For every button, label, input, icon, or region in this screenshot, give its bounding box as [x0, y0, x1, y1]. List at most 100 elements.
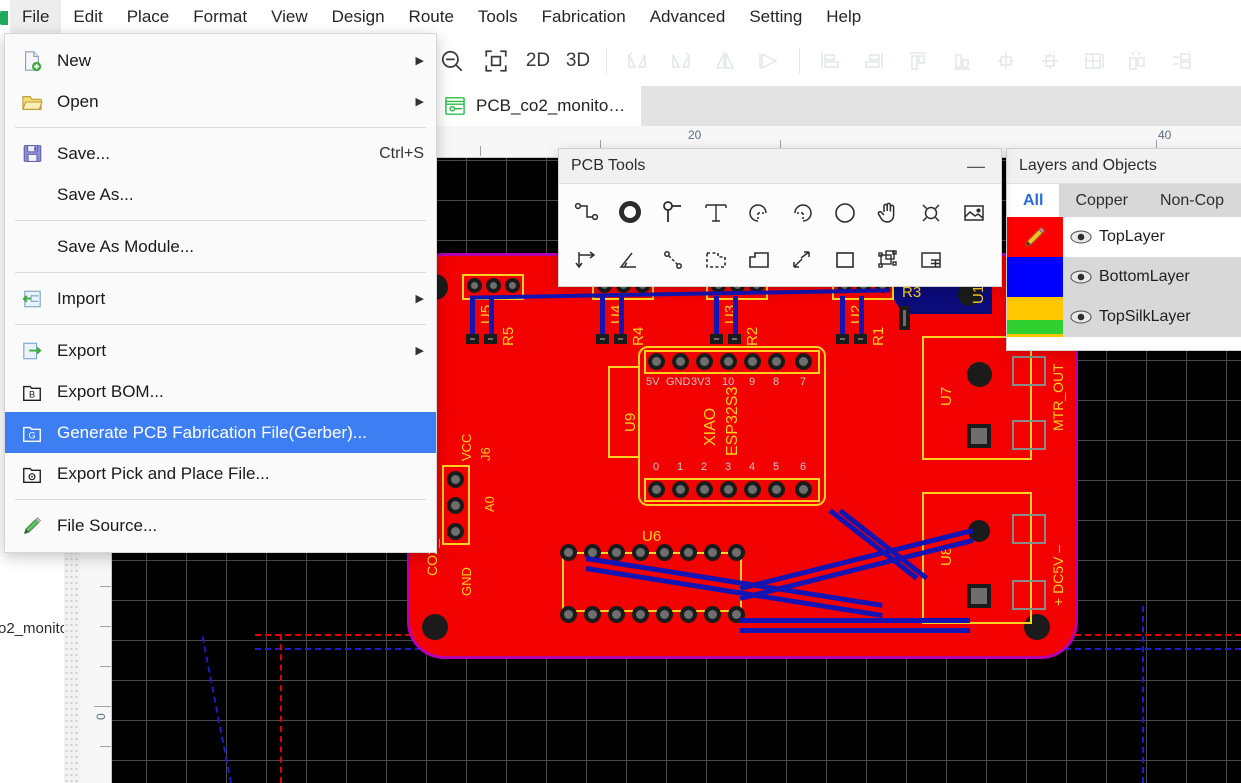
pad[interactable]	[854, 334, 867, 344]
pad[interactable]	[466, 334, 479, 344]
tab-copper[interactable]: Copper	[1059, 184, 1143, 217]
menu-view[interactable]: View	[259, 0, 320, 36]
pad[interactable]	[680, 544, 697, 561]
align-right-icon[interactable]	[852, 39, 896, 83]
pad[interactable]	[672, 481, 689, 498]
text-icon[interactable]	[694, 190, 737, 235]
pcb-board-outline[interactable]: U5 R5 U4 R4 U3 R2 U2 R1 R3 U1 5V GND 3V3…	[410, 254, 1075, 656]
pad[interactable]	[608, 544, 625, 561]
view-2d-button[interactable]: 2D	[518, 39, 558, 83]
pad[interactable]	[632, 544, 649, 561]
copper-region-icon[interactable]	[737, 237, 780, 282]
mirror-arrow-icon[interactable]	[747, 39, 791, 83]
menu-item-open[interactable]: Open ▶	[5, 81, 436, 122]
pad[interactable]	[560, 544, 577, 561]
menu-route[interactable]: Route	[397, 0, 466, 36]
menu-edit[interactable]: Edit	[61, 0, 114, 36]
layer-row-toplayer[interactable]: TopLayer	[1007, 217, 1241, 257]
layer-row-bottomlayer[interactable]: BottomLayer	[1007, 257, 1241, 297]
mount-hole[interactable]	[422, 614, 448, 640]
mirror-icon[interactable]	[703, 39, 747, 83]
pad[interactable]	[484, 334, 497, 344]
pad[interactable]	[632, 606, 649, 623]
menu-item-export-bom[interactable]: B Export BOM...	[5, 371, 436, 412]
pad[interactable]	[696, 353, 713, 370]
hand-pan-icon[interactable]	[866, 190, 909, 235]
pad[interactable]	[447, 471, 464, 488]
grid-align-icon[interactable]	[1072, 39, 1116, 83]
pad[interactable]	[680, 606, 697, 623]
pad[interactable]	[836, 334, 849, 344]
menu-place[interactable]: Place	[115, 0, 182, 36]
pad[interactable]	[710, 334, 723, 344]
align-center-vertical-icon[interactable]	[984, 39, 1028, 83]
distribute-vertical-icon[interactable]	[1160, 39, 1204, 83]
pad[interactable]	[795, 353, 812, 370]
pad-icon[interactable]	[651, 190, 694, 235]
pad[interactable]	[795, 481, 812, 498]
pad[interactable]	[728, 334, 741, 344]
pad[interactable]	[672, 353, 689, 370]
measure-icon[interactable]	[780, 237, 823, 282]
layer-color-swatch[interactable]	[1007, 257, 1063, 297]
align-center-horizontal-icon[interactable]	[1028, 39, 1072, 83]
menu-item-save-as[interactable]: Save As...	[5, 174, 436, 215]
menu-item-import[interactable]: Import ▶	[5, 278, 436, 319]
menu-item-save[interactable]: Save... Ctrl+S	[5, 133, 436, 174]
circle-icon[interactable]	[823, 190, 866, 235]
align-bottom-icon[interactable]	[940, 39, 984, 83]
pad[interactable]	[720, 353, 737, 370]
pad[interactable]	[596, 334, 609, 344]
pad[interactable]	[614, 334, 627, 344]
eye-icon[interactable]	[1063, 229, 1099, 245]
pad[interactable]	[467, 278, 482, 293]
pad[interactable]	[608, 606, 625, 623]
arc-3point-icon[interactable]	[737, 190, 780, 235]
layer-color-swatch[interactable]	[1007, 217, 1063, 257]
view-3d-button[interactable]: 3D	[558, 39, 598, 83]
pcb-tools-panel[interactable]: PCB Tools —	[558, 148, 1002, 287]
hole-icon[interactable]	[909, 190, 952, 235]
pad[interactable]	[899, 306, 910, 330]
align-left-icon[interactable]	[808, 39, 852, 83]
tab-non-copper[interactable]: Non-Cop	[1144, 184, 1240, 217]
panel-icon[interactable]	[909, 237, 952, 282]
pad[interactable]	[704, 606, 721, 623]
tab-all[interactable]: All	[1007, 184, 1060, 217]
flip-rotate-icon[interactable]	[659, 39, 703, 83]
menu-help[interactable]: Help	[814, 0, 873, 36]
pcb-tools-header[interactable]: PCB Tools —	[559, 149, 1001, 184]
group-icon[interactable]	[866, 237, 909, 282]
pad[interactable]	[486, 278, 501, 293]
arc-2point-icon[interactable]	[780, 190, 823, 235]
menu-format[interactable]: Format	[181, 0, 259, 36]
align-top-icon[interactable]	[896, 39, 940, 83]
angle-icon[interactable]	[608, 237, 651, 282]
fit-to-screen-icon[interactable]	[474, 39, 518, 83]
pad[interactable]	[584, 606, 601, 623]
menu-tools[interactable]: Tools	[466, 0, 530, 36]
menu-item-export-pick-and-place[interactable]: Export Pick and Place File...	[5, 453, 436, 494]
pad[interactable]	[728, 544, 745, 561]
pad[interactable]	[768, 481, 785, 498]
polyline-icon[interactable]	[651, 237, 694, 282]
track-icon[interactable]	[565, 190, 608, 235]
layers-and-objects-panel[interactable]: Layers and Objects All Copper Non-Cop To…	[1006, 148, 1241, 351]
pad[interactable]	[648, 481, 665, 498]
eye-icon[interactable]	[1063, 269, 1099, 285]
pad[interactable]	[696, 481, 713, 498]
pad[interactable]	[704, 544, 721, 561]
pad[interactable]	[744, 481, 761, 498]
pad[interactable]	[560, 606, 577, 623]
menu-fabrication[interactable]: Fabrication	[530, 0, 638, 36]
dimension-icon[interactable]	[565, 237, 608, 282]
eye-icon[interactable]	[1063, 309, 1099, 325]
pad[interactable]	[656, 544, 673, 561]
via-icon[interactable]	[608, 190, 651, 235]
file-menu-dropdown[interactable]: New ▶ Open ▶ Save... Ctrl+S Save As... S…	[4, 33, 437, 553]
pad[interactable]	[720, 481, 737, 498]
menu-setting[interactable]: Setting	[737, 0, 814, 36]
minimize-icon[interactable]: —	[963, 157, 989, 175]
menu-item-export[interactable]: Export ▶	[5, 330, 436, 371]
pad[interactable]	[447, 497, 464, 514]
